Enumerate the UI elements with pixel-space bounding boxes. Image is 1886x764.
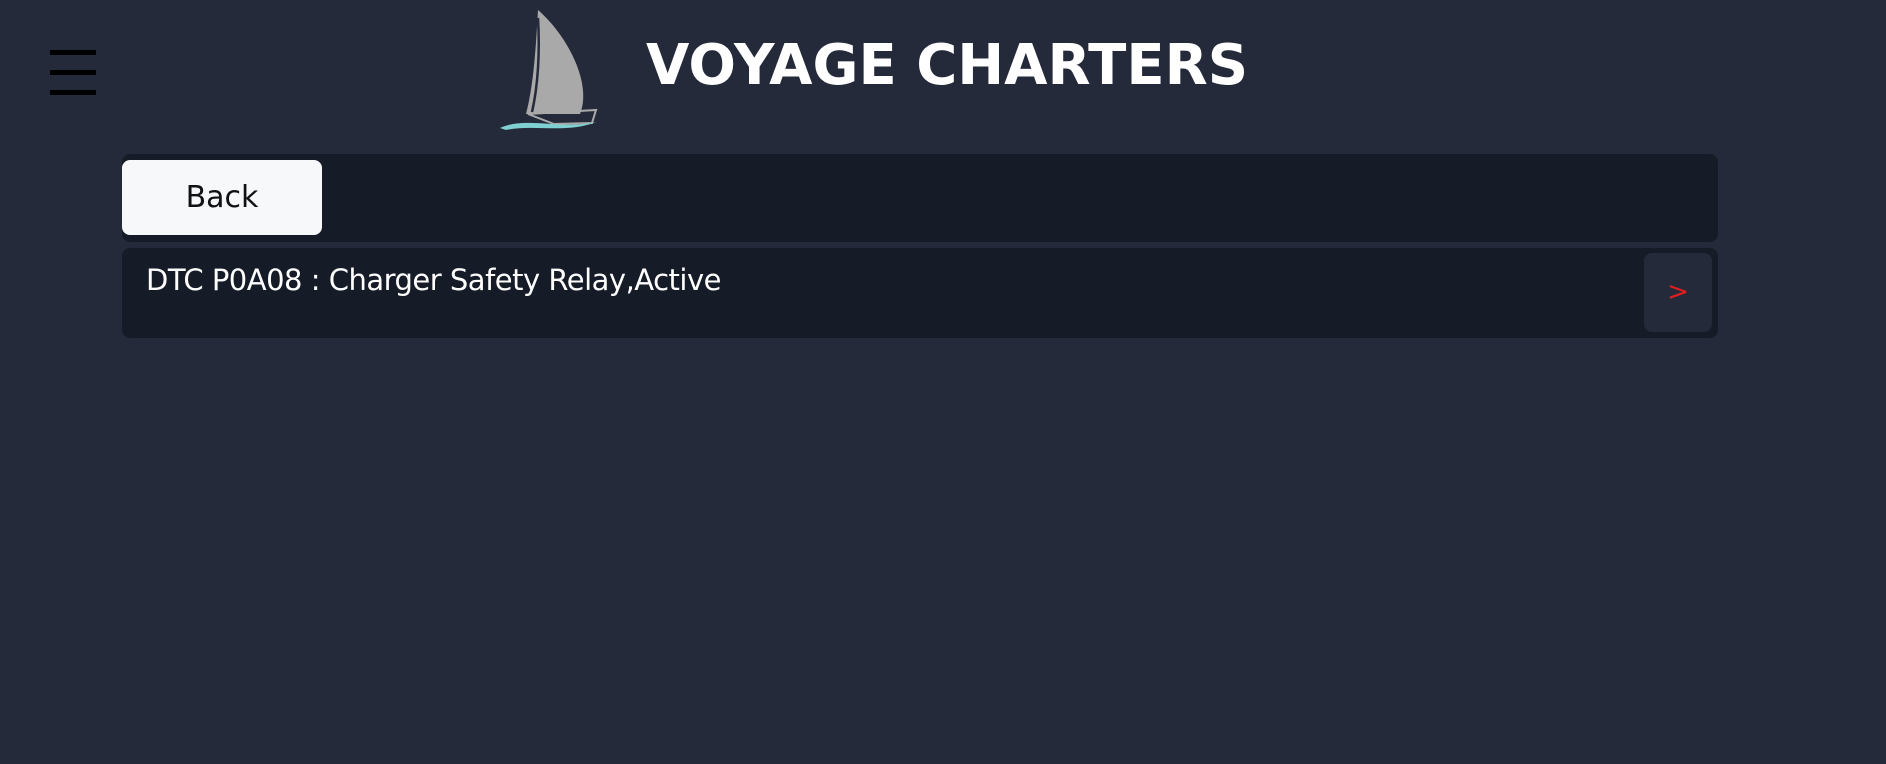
sailboat-logo	[500, 8, 602, 132]
back-button[interactable]: Back	[122, 160, 322, 235]
dtc-list-item: DTC P0A08 : Charger Safety Relay,Active …	[122, 248, 1718, 338]
dtc-text: DTC P0A08 : Charger Safety Relay,Active	[146, 263, 722, 297]
brand-title: VOYAGE CHARTERS	[646, 33, 1249, 98]
chevron-right-button[interactable]: >	[1644, 253, 1712, 332]
hamburger-menu-icon[interactable]	[50, 50, 96, 96]
top-toolbar-panel	[122, 154, 1718, 242]
